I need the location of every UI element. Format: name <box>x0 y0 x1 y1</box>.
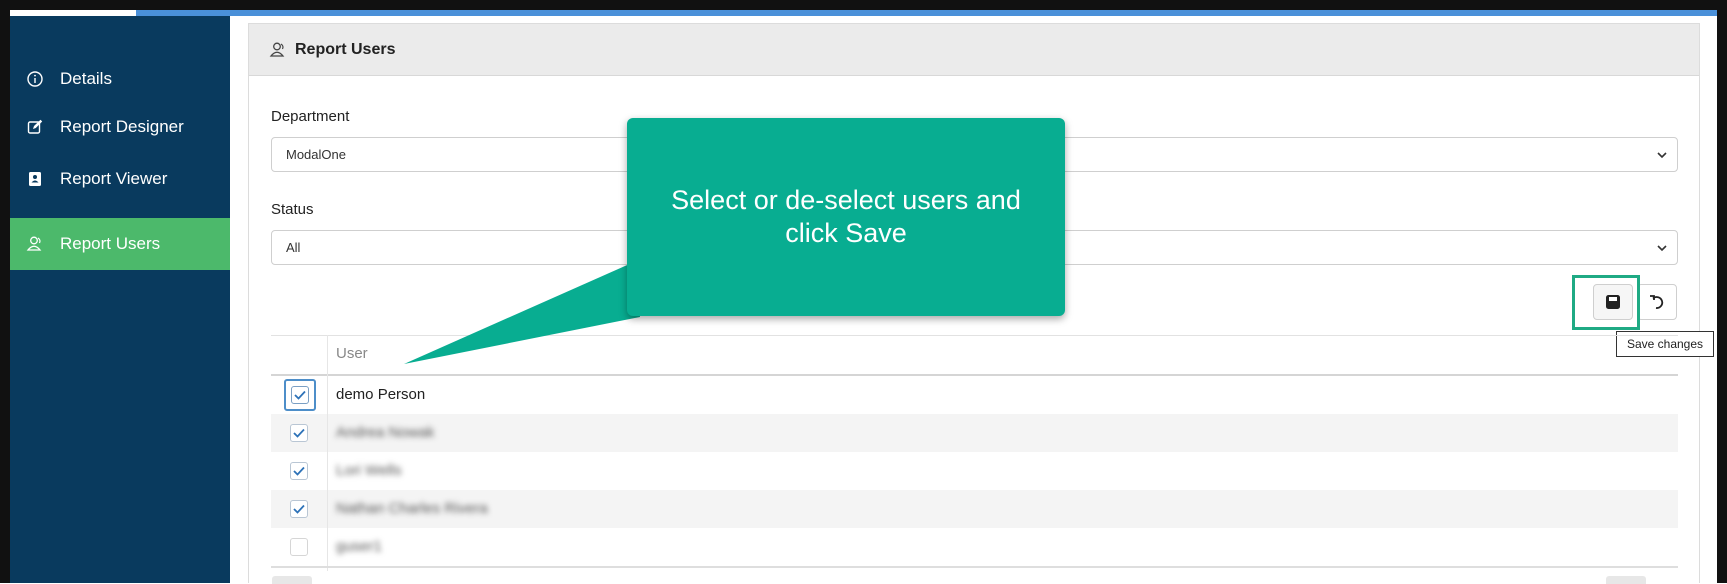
sidebar-item-label: Report Users <box>60 234 161 253</box>
users-icon <box>269 41 287 59</box>
instruction-callout: Select or de-select users and click Save <box>627 118 1065 316</box>
users-icon <box>26 235 44 253</box>
table-top-border <box>271 335 1678 336</box>
sidebar-item-label: Report Designer <box>60 117 184 136</box>
row-checkbox[interactable] <box>284 379 316 411</box>
sidebar-item-label: Details <box>60 69 112 88</box>
table-row[interactable]: Andrea Nowak <box>271 414 1678 452</box>
row-checkbox[interactable] <box>290 424 308 442</box>
table-row[interactable]: Lori Wells <box>271 452 1678 490</box>
checkbox-column-divider <box>327 335 328 571</box>
table-row[interactable]: demo Person <box>271 376 1678 414</box>
user-name: guser1 <box>336 538 382 555</box>
undo-button[interactable] <box>1637 284 1677 320</box>
user-name: Andrea Nowak <box>336 424 435 441</box>
top-accent-bar <box>10 10 1717 16</box>
check-icon <box>294 390 306 400</box>
status-label: Status <box>271 201 314 218</box>
frame-right-border <box>1717 0 1727 583</box>
user-column-header[interactable]: User <box>336 345 368 362</box>
row-checkbox[interactable] <box>290 500 308 518</box>
user-name: Nathan Charles Rivera <box>336 500 488 517</box>
callout-text: Select or de-select users and click Save <box>671 185 1021 248</box>
sidebar-item-details[interactable]: Details <box>10 53 230 105</box>
edit-icon <box>26 118 44 136</box>
table-row[interactable]: Nathan Charles Rivera <box>271 490 1678 528</box>
panel-header: Report Users <box>249 24 1699 76</box>
row-checkbox[interactable] <box>290 462 308 480</box>
check-icon <box>293 428 305 438</box>
info-icon <box>26 70 44 88</box>
sidebar-item-report-users[interactable]: Report Users <box>10 218 230 270</box>
chevron-down-icon <box>1657 245 1667 252</box>
user-name: demo Person <box>336 386 426 403</box>
save-button-highlight <box>1572 275 1640 330</box>
row-checkbox[interactable] <box>290 538 308 556</box>
user-name: Lori Wells <box>336 462 402 479</box>
check-icon <box>293 504 305 514</box>
table-bottom-border <box>271 566 1678 568</box>
check-icon <box>293 466 305 476</box>
page-title: Report Users <box>295 40 396 58</box>
department-value: ModalOne <box>286 147 346 162</box>
contact-book-icon <box>26 170 44 188</box>
table-row[interactable]: guser1 <box>271 528 1678 566</box>
sidebar-item-report-viewer[interactable]: Report Viewer <box>10 153 230 205</box>
sidebar-item-report-designer[interactable]: Report Designer <box>10 101 230 153</box>
chevron-down-icon <box>1657 152 1667 159</box>
department-label: Department <box>271 108 350 125</box>
undo-icon <box>1650 295 1664 309</box>
sidebar-item-label: Report Viewer <box>60 169 168 188</box>
status-value: All <box>286 240 301 255</box>
frame-left-border <box>0 0 10 583</box>
sidebar: Details Report Designer Report Viewer Re… <box>10 16 230 583</box>
frame-top-border <box>0 0 1727 10</box>
